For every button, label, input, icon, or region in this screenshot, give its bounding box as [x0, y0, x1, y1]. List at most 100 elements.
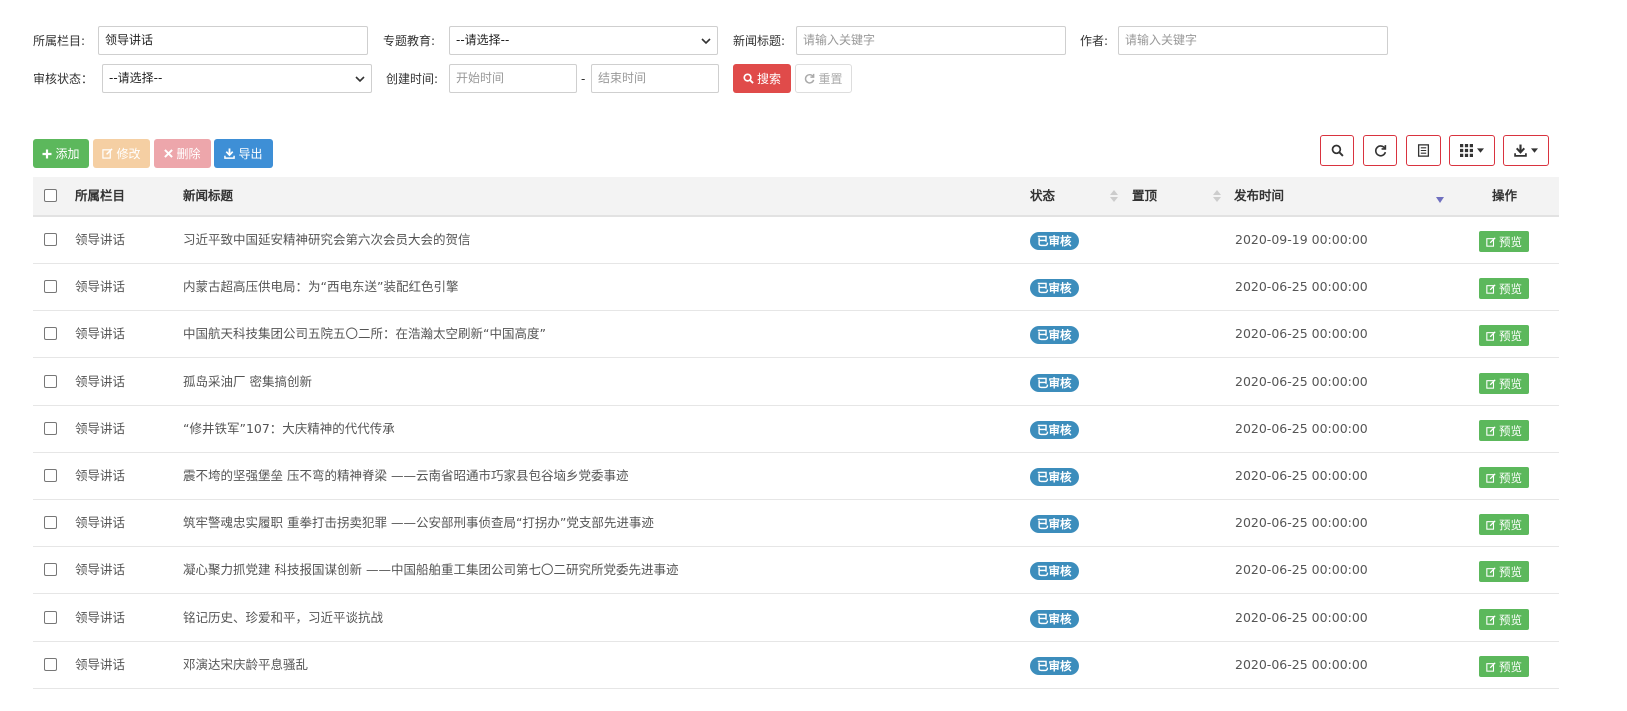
download-icon	[224, 148, 236, 159]
news-title-label: 新闻标题:	[733, 34, 786, 48]
column-filter-input[interactable]: 领导讲话	[98, 26, 368, 55]
status-badge: 已审核	[1030, 515, 1079, 533]
table-row: 领导讲话 铭记历史、珍爱和平，习近平谈抗战 已审核 2020-06-25 00:00:…	[33, 595, 1559, 642]
row-checkbox[interactable]	[44, 469, 57, 482]
row-column: 领导讲话	[75, 562, 126, 577]
refresh-icon	[805, 73, 815, 84]
preview-button-label: 预览	[1499, 564, 1522, 579]
review-status-value: --请选择--	[109, 71, 163, 85]
list-icon	[1417, 144, 1430, 157]
grid-icon	[1460, 144, 1473, 157]
search-button-label: 搜索	[756, 72, 781, 86]
edit-icon	[1486, 661, 1496, 672]
table-row: 领导讲话 “修井铁军”107：大庆精神的代代传承 已审核 2020-06-25 00:…	[33, 406, 1559, 453]
preview-button[interactable]: 预览	[1479, 231, 1529, 252]
export-button[interactable]: 导出	[214, 139, 273, 168]
row-column: 领导讲话	[75, 468, 126, 483]
author-label: 作者:	[1080, 34, 1109, 48]
preview-button[interactable]: 预览	[1479, 278, 1529, 299]
row-column: 领导讲话	[75, 279, 126, 294]
row-publish-time: 2020-06-25 00:00:00	[1235, 468, 1368, 483]
row-title: 震不垮的坚强堡垒 压不弯的精神脊梁 ——云南省昭通市巧家县包谷垴乡党委事迹	[183, 468, 629, 483]
row-publish-time: 2020-06-25 00:00:00	[1235, 610, 1368, 625]
sort-icon[interactable]	[1110, 190, 1118, 202]
row-publish-time: 2020-06-25 00:00:00	[1235, 374, 1368, 389]
search-icon	[743, 73, 754, 84]
edit-icon	[1486, 378, 1496, 389]
edit-icon	[1486, 566, 1496, 577]
preview-button-label: 预览	[1499, 281, 1522, 296]
row-checkbox[interactable]	[44, 611, 57, 624]
row-checkbox[interactable]	[44, 422, 57, 435]
select-all-checkbox[interactable]	[44, 189, 57, 202]
end-time-input[interactable]: 结束时间	[591, 64, 719, 93]
search-button[interactable]: 搜索	[733, 64, 791, 93]
edit-icon	[1486, 614, 1496, 625]
export-dropdown-button[interactable]	[1503, 135, 1549, 166]
preview-button-label: 预览	[1499, 470, 1522, 485]
toggle-search-button[interactable]	[1320, 135, 1354, 166]
row-title: 孤岛采油厂 密集搞创新	[183, 374, 312, 389]
toggle-view-button[interactable]	[1406, 135, 1441, 166]
row-publish-time: 2020-06-25 00:00:00	[1235, 515, 1368, 530]
preview-button[interactable]: 预览	[1479, 656, 1529, 677]
close-icon	[164, 149, 174, 158]
row-checkbox[interactable]	[44, 563, 57, 576]
row-checkbox[interactable]	[44, 327, 57, 340]
table-row: 领导讲话 中国航天科技集团公司五院五〇二所：在浩瀚太空刷新“中国高度” 已审核 202…	[33, 311, 1559, 358]
row-title: 筑牢警魂忠实履职 重拳打击拐卖犯罪 ——公安部刑事侦查局“打拐办”党支部先进事迹	[183, 515, 654, 530]
header-status[interactable]: 状态	[1030, 188, 1055, 204]
row-column: 领导讲话	[75, 232, 126, 247]
news-title-input[interactable]: 请输入关键字	[796, 26, 1066, 55]
row-title: 习近平致中国延安精神研究会第六次会员大会的贺信	[183, 232, 471, 247]
author-input[interactable]: 请输入关键字	[1118, 26, 1388, 55]
row-title: 邓演达宋庆龄平息骚乱	[183, 657, 309, 672]
edit-icon	[102, 148, 114, 159]
preview-button[interactable]: 预览	[1479, 373, 1529, 394]
table-row: 领导讲话 邓演达宋庆龄平息骚乱 已审核 2020-06-25 00:00:00 预览	[33, 642, 1559, 689]
delete-button[interactable]: 删除	[154, 139, 211, 168]
edit-icon	[1486, 425, 1496, 436]
review-status-select[interactable]: --请选择--	[102, 64, 372, 93]
sort-icon[interactable]	[1213, 190, 1221, 202]
reset-button-label: 重置	[818, 72, 843, 86]
add-button[interactable]: 添加	[33, 139, 89, 168]
preview-button[interactable]: 预览	[1479, 325, 1529, 346]
preview-button-label: 预览	[1499, 234, 1522, 249]
row-column: 领导讲话	[75, 515, 126, 530]
columns-dropdown-button[interactable]	[1449, 135, 1495, 166]
status-badge: 已审核	[1030, 657, 1079, 675]
preview-button-label: 预览	[1499, 328, 1522, 343]
row-checkbox[interactable]	[44, 375, 57, 388]
preview-button[interactable]: 预览	[1479, 467, 1529, 488]
reset-button[interactable]: 重置	[795, 64, 852, 93]
table-header: 所属栏目 新闻标题 状态 置顶 发布时间 操作	[33, 177, 1559, 217]
row-checkbox[interactable]	[44, 280, 57, 293]
edit-button[interactable]: 修改	[93, 139, 150, 168]
preview-button-label: 预览	[1499, 612, 1522, 627]
status-badge: 已审核	[1030, 374, 1079, 392]
start-time-input[interactable]: 开始时间	[449, 64, 577, 93]
topic-select[interactable]: --请选择--	[449, 26, 718, 55]
row-checkbox[interactable]	[44, 658, 57, 671]
sort-desc-icon[interactable]	[1436, 197, 1444, 203]
time-separator: -	[581, 72, 586, 86]
refresh-button[interactable]	[1363, 135, 1397, 166]
preview-button[interactable]: 预览	[1479, 561, 1529, 582]
edit-icon	[1486, 236, 1496, 247]
preview-button-label: 预览	[1499, 517, 1522, 532]
row-column: 领导讲话	[75, 326, 126, 341]
table-row: 领导讲话 凝心聚力抓党建 科技报国谋创新 ——中国船舶重工集团公司第七〇二研究所党…	[33, 547, 1559, 594]
status-badge: 已审核	[1030, 232, 1079, 250]
column-filter-label: 所属栏目:	[33, 34, 86, 48]
row-checkbox[interactable]	[44, 233, 57, 246]
delete-button-label: 删除	[176, 147, 201, 161]
header-publish-time[interactable]: 发布时间	[1234, 188, 1284, 204]
plus-icon	[42, 149, 52, 158]
row-checkbox[interactable]	[44, 516, 57, 529]
row-publish-time: 2020-06-25 00:00:00	[1235, 279, 1368, 294]
header-pinned[interactable]: 置顶	[1132, 188, 1157, 204]
preview-button[interactable]: 预览	[1479, 609, 1529, 630]
preview-button[interactable]: 预览	[1479, 420, 1529, 441]
preview-button[interactable]: 预览	[1479, 514, 1529, 535]
